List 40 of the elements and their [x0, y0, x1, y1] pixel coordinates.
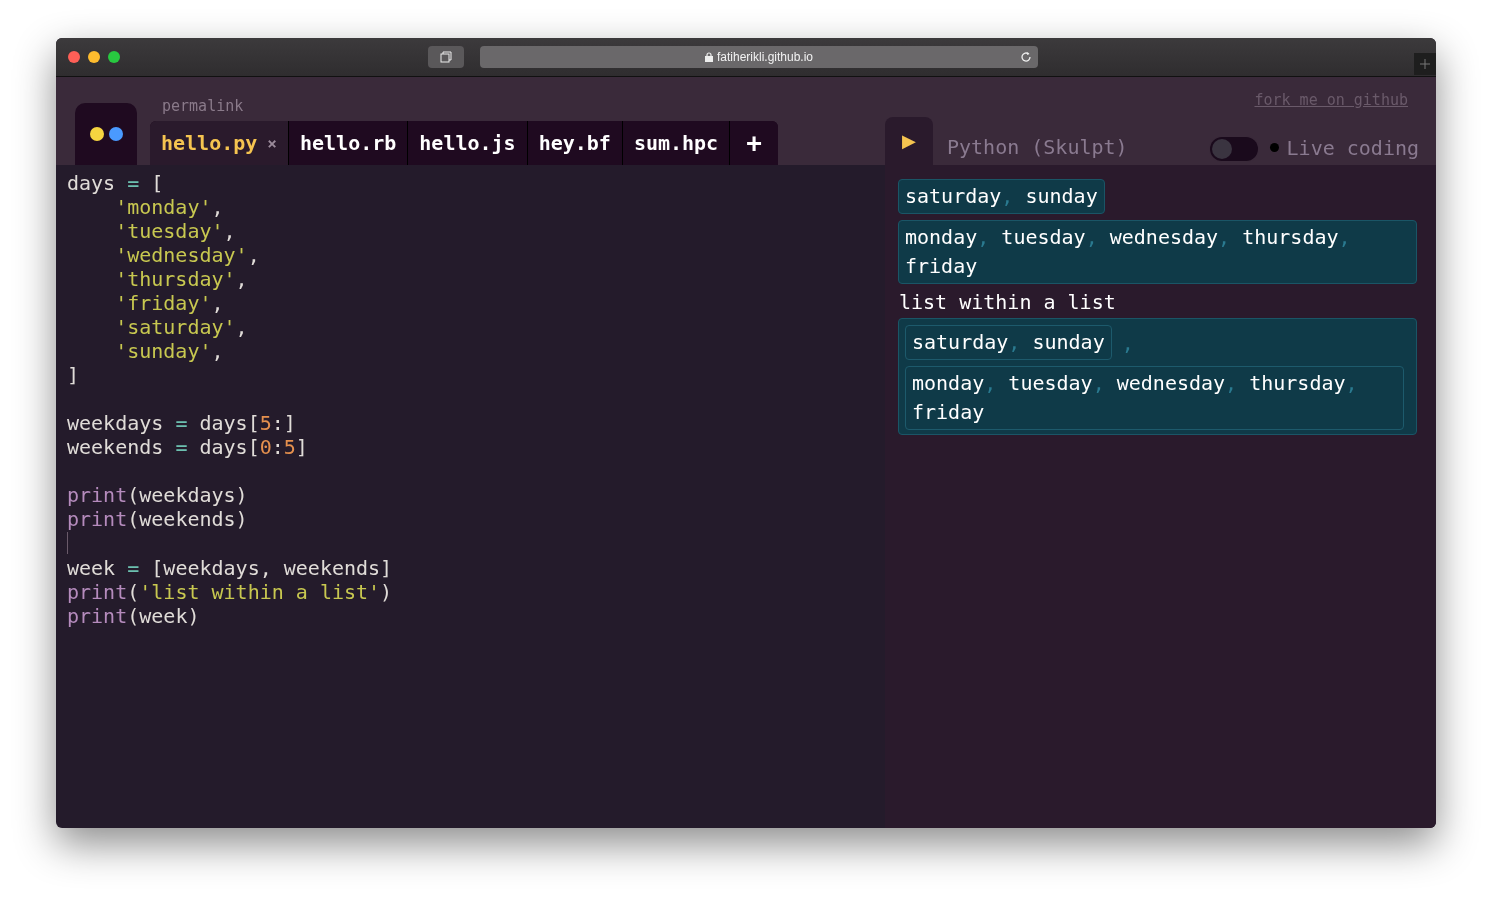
code-line: 'wednesday',: [114, 243, 261, 267]
live-coding-label: Live coding: [1286, 136, 1419, 160]
code-line: 'friday',: [114, 291, 225, 315]
code-line: weekdays = days[5:]: [67, 411, 297, 435]
code-line: print(weekends): [67, 507, 249, 531]
logo-icon: [75, 103, 137, 165]
run-button[interactable]: ▶: [885, 117, 933, 165]
list-output: saturday, sunday: [898, 179, 1105, 214]
code-line: ]: [67, 363, 81, 387]
close-icon[interactable]: ×: [267, 133, 277, 153]
tabs-icon: [440, 51, 452, 63]
text-cursor: [67, 532, 68, 554]
tab-overview-button[interactable]: [428, 46, 464, 68]
code-line: weekends = days[0:5]: [67, 435, 309, 459]
output-text: list within a list: [899, 290, 1116, 314]
code-line: print('list within a list'): [67, 580, 394, 604]
code-line: 'sunday',: [114, 339, 225, 363]
plus-icon: [1419, 58, 1431, 70]
code-line: print(week): [67, 604, 201, 628]
window-control-icon[interactable]: [68, 51, 80, 63]
list-output: monday, tuesday, wednesday, thursday, friday: [905, 366, 1404, 430]
code-line: days = [: [67, 171, 165, 195]
window-control-icon[interactable]: [88, 51, 100, 63]
code-line: 'tuesday',: [114, 219, 237, 243]
lock-icon: [704, 52, 713, 62]
address-bar[interactable]: fatiherikli.github.io: [480, 46, 1038, 68]
code-line: 'thursday',: [114, 267, 249, 291]
separator-text: ,: [1121, 330, 1134, 355]
window-control-icon[interactable]: [108, 51, 120, 63]
file-tab[interactable]: hello.py ×: [150, 121, 289, 165]
live-coding-toggle[interactable]: [1209, 137, 1258, 161]
address-text: fatiherikli.github.io: [716, 50, 814, 64]
status-dot-icon: [1269, 143, 1279, 152]
code-line: week = [weekdays, weekends]: [67, 556, 394, 580]
language-label: Python (Skulpt): [947, 135, 1128, 159]
reload-icon[interactable]: [1020, 51, 1032, 63]
code-line: 'monday',: [114, 195, 225, 219]
code-line: 'saturday',: [114, 315, 249, 339]
code-line: print(weekdays): [67, 483, 249, 507]
list-output: saturday, sunday: [905, 325, 1112, 360]
